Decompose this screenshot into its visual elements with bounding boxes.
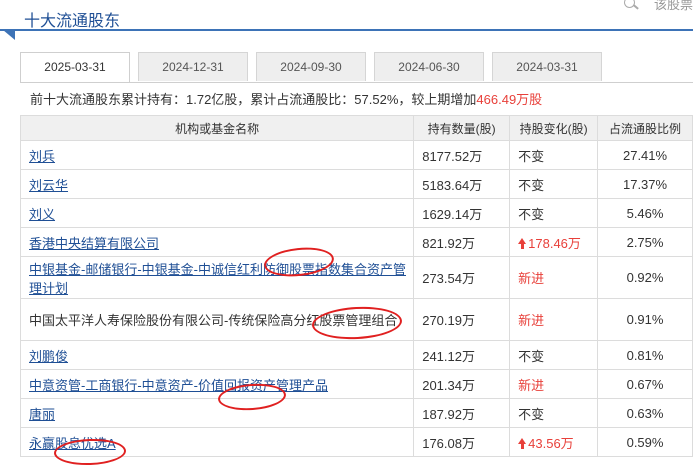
holder-name-link[interactable]: 永赢股息优选A xyxy=(29,436,116,451)
table-row: 刘鹏俊 241.12万 不变 0.81% xyxy=(19,340,693,370)
holding-quantity: 176.08万 xyxy=(413,427,511,457)
holder-name-cell: 刘云华 xyxy=(19,169,415,199)
tab-2024-03-31[interactable]: 2024-03-31 xyxy=(492,52,602,81)
table-row: 香港中央结算有限公司 821.92万 178.46万 2.75% xyxy=(19,227,693,257)
column-header-ratio: 占流通股比例 xyxy=(597,115,693,141)
summary-text: 前十大流通股东累计持有：1.72亿股，累计占流通股比：57.52%，较上期增加 xyxy=(30,92,477,107)
holding-change: 新进 xyxy=(509,369,599,399)
holder-name-link[interactable]: 刘义 xyxy=(29,207,55,222)
holder-name-link[interactable]: 香港中央结算有限公司 xyxy=(29,236,159,251)
holder-name-cell: 唐丽 xyxy=(19,398,415,428)
holding-change-value: 不变 xyxy=(518,177,545,193)
up-arrow-icon xyxy=(518,437,527,449)
shareholders-table: 机构或基金名称 持有数量(股) 持股变化(股) 占流通股比例 刘兵 8177.52… xyxy=(19,115,693,457)
table-row: 刘义 1629.14万 不变 5.46% xyxy=(19,198,693,228)
holding-change-value: 不变 xyxy=(518,206,545,222)
holding-change: 不变 xyxy=(509,198,599,228)
holding-change-value: 不变 xyxy=(518,348,545,364)
holding-summary: 前十大流通股东累计持有：1.72亿股，累计占流通股比：57.52%，较上期增加4… xyxy=(30,89,542,108)
column-header-change: 持股变化(股) xyxy=(509,115,599,141)
table-row: 永赢股息优选A 176.08万 43.56万 0.59% xyxy=(19,427,693,457)
search-icon[interactable] xyxy=(622,0,642,11)
column-header-name: 机构或基金名称 xyxy=(19,115,415,141)
holding-quantity: 201.34万 xyxy=(413,369,511,399)
table-header-row: 机构或基金名称 持有数量(股) 持股变化(股) 占流通股比例 xyxy=(19,115,693,141)
tab-2024-09-30[interactable]: 2024-09-30 xyxy=(256,52,366,81)
holding-quantity: 5183.64万 xyxy=(413,169,511,199)
holder-name-link[interactable]: 刘兵 xyxy=(29,149,55,164)
holding-change: 不变 xyxy=(509,169,599,199)
holding-quantity: 1629.14万 xyxy=(413,198,511,228)
float-share-ratio: 27.41% xyxy=(597,140,693,170)
holder-name-cell: 中意资管-工商银行-中意资产-价值回报资产管理产品 xyxy=(19,369,415,399)
float-share-ratio: 0.91% xyxy=(597,298,693,341)
stock-search[interactable]: 该股票 xyxy=(622,0,693,13)
tab-2024-12-31[interactable]: 2024-12-31 xyxy=(138,52,248,81)
float-share-ratio: 0.92% xyxy=(597,256,693,299)
tab-divider xyxy=(20,82,693,83)
section-header: 十大流通股东 该股票 xyxy=(0,0,693,40)
holding-change-value: 43.56万 xyxy=(528,435,574,451)
holding-change-value: 178.46万 xyxy=(528,235,581,251)
holder-name-cell: 中国太平洋人寿保险股份有限公司-传统保险高分红股票管理组合 xyxy=(19,298,415,341)
search-label[interactable]: 该股票 xyxy=(654,0,693,13)
section-title: 十大流通股东 xyxy=(24,13,121,30)
holding-quantity: 241.12万 xyxy=(413,340,511,370)
float-share-ratio: 5.46% xyxy=(597,198,693,228)
holding-quantity: 821.92万 xyxy=(413,227,511,257)
holder-name-cell: 香港中央结算有限公司 xyxy=(19,227,415,257)
float-share-ratio: 2.75% xyxy=(597,227,693,257)
holding-change-value: 不变 xyxy=(518,406,545,422)
holding-change-value: 新进 xyxy=(518,271,545,286)
holding-quantity: 270.19万 xyxy=(413,298,511,341)
holding-change: 不变 xyxy=(509,398,599,428)
table-row: 中意资管-工商银行-中意资产-价值回报资产管理产品 201.34万 新进 0.67% xyxy=(19,369,693,399)
table-row: 刘云华 5183.64万 不变 17.37% xyxy=(19,169,693,199)
column-header-quantity: 持有数量(股) xyxy=(413,115,511,141)
holding-change-value: 新进 xyxy=(518,377,545,393)
table-row: 中银基金-邮储银行-中银基金-中诚信红利防御股票指数集合资产管理计划 273.54… xyxy=(19,256,693,299)
table-row: 唐丽 187.92万 不变 0.63% xyxy=(19,398,693,428)
float-share-ratio: 17.37% xyxy=(597,169,693,199)
table-row: 刘兵 8177.52万 不变 27.41% xyxy=(19,140,693,170)
holder-name-cell: 刘鹏俊 xyxy=(19,340,415,370)
float-share-ratio: 0.59% xyxy=(597,427,693,457)
holding-quantity: 8177.52万 xyxy=(413,140,511,170)
period-tabs: 2025-03-31 2024-12-31 2024-09-30 2024-06… xyxy=(20,52,610,83)
float-share-ratio: 0.63% xyxy=(597,398,693,428)
holder-name-cell: 中银基金-邮储银行-中银基金-中诚信红利防御股票指数集合资产管理计划 xyxy=(19,256,415,299)
float-share-ratio: 0.67% xyxy=(597,369,693,399)
holding-change: 新进 xyxy=(509,298,599,341)
holding-quantity: 187.92万 xyxy=(413,398,511,428)
float-share-ratio: 0.81% xyxy=(597,340,693,370)
summary-increase: 466.49万股 xyxy=(476,92,543,107)
holder-name-cell: 永赢股息优选A xyxy=(19,427,415,457)
holding-change: 不变 xyxy=(509,340,599,370)
holder-name-text: 中国太平洋人寿保险股份有限公司-传统保险高分红股票管理组合 xyxy=(29,313,398,328)
holder-name-link[interactable]: 唐丽 xyxy=(29,407,55,422)
holding-change: 新进 xyxy=(509,256,599,299)
holder-name-link[interactable]: 中银基金-邮储银行-中银基金-中诚信红利防御股票指数集合资产管理计划 xyxy=(29,262,406,296)
holder-name-link[interactable]: 中意资管-工商银行-中意资产-价值回报资产管理产品 xyxy=(29,378,328,393)
holding-change: 不变 xyxy=(509,140,599,170)
holding-change-value: 不变 xyxy=(518,148,545,164)
holder-name-cell: 刘义 xyxy=(19,198,415,228)
holding-quantity: 273.54万 xyxy=(413,256,511,299)
holder-name-link[interactable]: 刘鹏俊 xyxy=(29,349,68,364)
holder-name-link[interactable]: 刘云华 xyxy=(29,178,68,193)
up-arrow-icon xyxy=(518,237,527,249)
tab-2025-03-31[interactable]: 2025-03-31 xyxy=(20,52,130,83)
title-underline xyxy=(0,29,693,31)
holding-change: 178.46万 xyxy=(509,227,599,257)
tab-2024-06-30[interactable]: 2024-06-30 xyxy=(374,52,484,81)
holding-change: 43.56万 xyxy=(509,427,599,457)
title-notch xyxy=(3,30,15,40)
holder-name-cell: 刘兵 xyxy=(19,140,415,170)
holding-change-value: 新进 xyxy=(518,313,545,328)
table-row: 中国太平洋人寿保险股份有限公司-传统保险高分红股票管理组合 270.19万 新进 0.… xyxy=(19,298,693,341)
